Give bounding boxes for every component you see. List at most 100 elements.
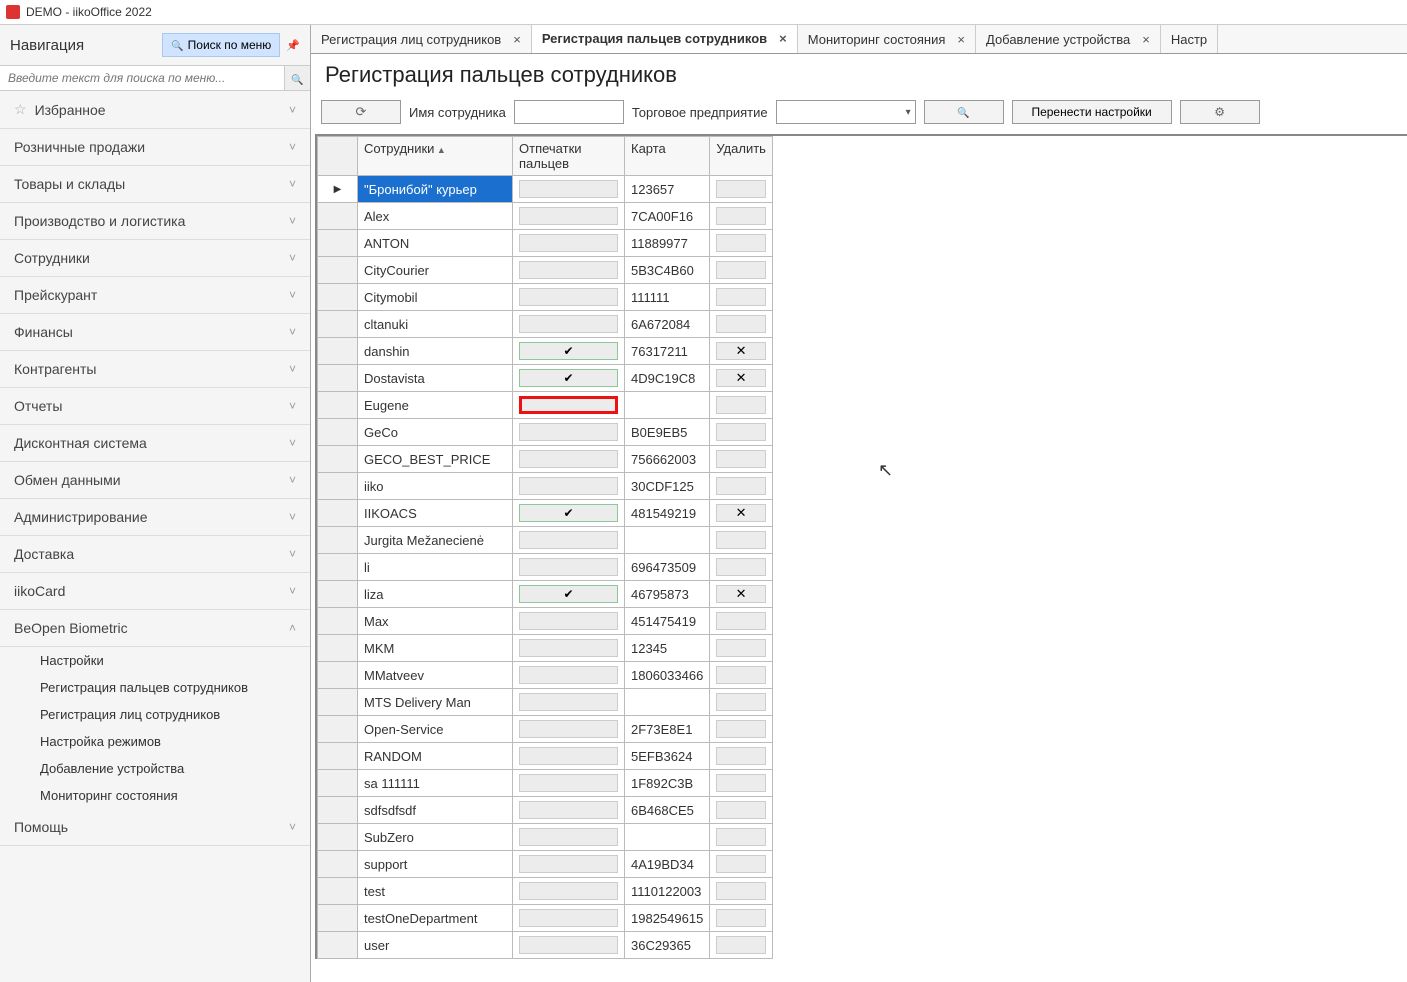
cell-delete[interactable] [710,284,773,311]
table-row[interactable]: Max451475419 [318,608,773,635]
delete-button[interactable] [716,801,766,819]
cell-card[interactable]: 11889977 [625,230,710,257]
fingerprint-button[interactable] [519,477,618,495]
cell-fingerprint[interactable] [513,446,625,473]
cell-delete[interactable] [710,716,773,743]
cell-employee[interactable]: liza [358,581,513,608]
table-row[interactable]: liza✔46795873✕ [318,581,773,608]
cell-employee[interactable]: danshin [358,338,513,365]
fingerprint-button[interactable] [519,261,618,279]
delete-button[interactable] [716,234,766,252]
cell-card[interactable]: B0E9EB5 [625,419,710,446]
cell-delete[interactable] [710,770,773,797]
nav-subitem[interactable]: Регистрация лиц сотрудников [0,701,310,728]
delete-button[interactable] [716,882,766,900]
cell-delete[interactable] [710,905,773,932]
cell-card[interactable]: 7CA00F16 [625,203,710,230]
nav-item[interactable]: Сотрудники˅ [0,240,310,277]
cell-fingerprint[interactable]: ✔ [513,500,625,527]
table-row[interactable]: IIKOACS✔481549219✕ [318,500,773,527]
fingerprint-button[interactable] [519,180,618,198]
cell-employee[interactable]: li [358,554,513,581]
table-row[interactable]: sdfsdfsdf6B468CE5 [318,797,773,824]
cell-fingerprint[interactable] [513,257,625,284]
table-row[interactable]: Jurgita Mežanecienė [318,527,773,554]
fingerprint-button[interactable] [519,855,618,873]
delete-button[interactable] [716,855,766,873]
cell-card[interactable]: 1110122003 [625,878,710,905]
search-button[interactable] [924,100,1004,124]
cell-delete[interactable] [710,311,773,338]
cell-fingerprint[interactable] [513,662,625,689]
nav-item[interactable]: Прейскурант˅ [0,277,310,314]
cell-card[interactable]: 12345 [625,635,710,662]
delete-button[interactable] [716,558,766,576]
cell-fingerprint[interactable]: ✔ [513,365,625,392]
delete-button[interactable] [716,747,766,765]
cell-fingerprint[interactable] [513,797,625,824]
table-row[interactable]: cltanuki6A672084 [318,311,773,338]
cell-delete[interactable] [710,824,773,851]
cell-fingerprint[interactable] [513,230,625,257]
cell-fingerprint[interactable] [513,176,625,203]
table-row[interactable]: MTS Delivery Man [318,689,773,716]
cell-employee[interactable]: sdfsdfsdf [358,797,513,824]
delete-button[interactable] [716,423,766,441]
cell-card[interactable]: 481549219 [625,500,710,527]
cell-delete[interactable] [710,554,773,581]
close-icon[interactable]: × [779,31,787,46]
fingerprint-button[interactable] [519,315,618,333]
fingerprint-button[interactable] [519,558,618,576]
nav-item[interactable]: Администрирование˅ [0,499,310,536]
pin-icon[interactable]: 📌 [286,39,300,52]
cell-fingerprint[interactable] [513,554,625,581]
fingerprint-button[interactable] [519,747,618,765]
nav-item[interactable]: Финансы˅ [0,314,310,351]
cell-delete[interactable] [710,743,773,770]
fingerprint-button[interactable] [519,450,618,468]
cell-card[interactable]: 111111 [625,284,710,311]
cell-employee[interactable]: Jurgita Mežanecienė [358,527,513,554]
cell-delete[interactable] [710,851,773,878]
table-row[interactable]: danshin✔76317211✕ [318,338,773,365]
cell-card[interactable] [625,689,710,716]
cell-employee[interactable]: cltanuki [358,311,513,338]
cell-delete[interactable]: ✕ [710,500,773,527]
cell-card[interactable]: 696473509 [625,554,710,581]
delete-button[interactable] [716,450,766,468]
cell-fingerprint[interactable] [513,878,625,905]
table-row[interactable]: test1110122003 [318,878,773,905]
delete-button[interactable] [716,612,766,630]
cell-employee[interactable]: user [358,932,513,959]
cell-delete[interactable]: ✕ [710,365,773,392]
cell-card[interactable]: 4A19BD34 [625,851,710,878]
cell-employee[interactable]: Dostavista [358,365,513,392]
cell-card[interactable]: 5B3C4B60 [625,257,710,284]
cell-fingerprint[interactable] [513,203,625,230]
cell-delete[interactable] [710,662,773,689]
cell-fingerprint[interactable] [513,905,625,932]
table-row[interactable]: user36C29365 [318,932,773,959]
cell-employee[interactable]: GeCo [358,419,513,446]
enterprise-select[interactable]: ▾ [776,100,916,124]
cell-fingerprint[interactable] [513,608,625,635]
check-icon[interactable]: ✔ [519,585,618,603]
cell-fingerprint[interactable] [513,419,625,446]
fingerprint-button[interactable] [519,801,618,819]
cell-fingerprint[interactable] [513,824,625,851]
table-row[interactable]: Open-Service2F73E8E1 [318,716,773,743]
cell-card[interactable]: 1982549615 [625,905,710,932]
fingerprint-button[interactable] [519,207,618,225]
cell-fingerprint[interactable]: ✔ [513,581,625,608]
cell-fingerprint[interactable] [513,473,625,500]
delete-button[interactable] [716,828,766,846]
cell-fingerprint[interactable] [513,689,625,716]
cell-employee[interactable]: Eugene [358,392,513,419]
cell-delete[interactable]: ✕ [710,338,773,365]
cell-delete[interactable] [710,446,773,473]
delete-button[interactable] [716,720,766,738]
cell-card[interactable] [625,527,710,554]
cell-card[interactable]: 5EFB3624 [625,743,710,770]
fingerprint-button[interactable] [519,882,618,900]
fingerprint-button[interactable] [519,423,618,441]
